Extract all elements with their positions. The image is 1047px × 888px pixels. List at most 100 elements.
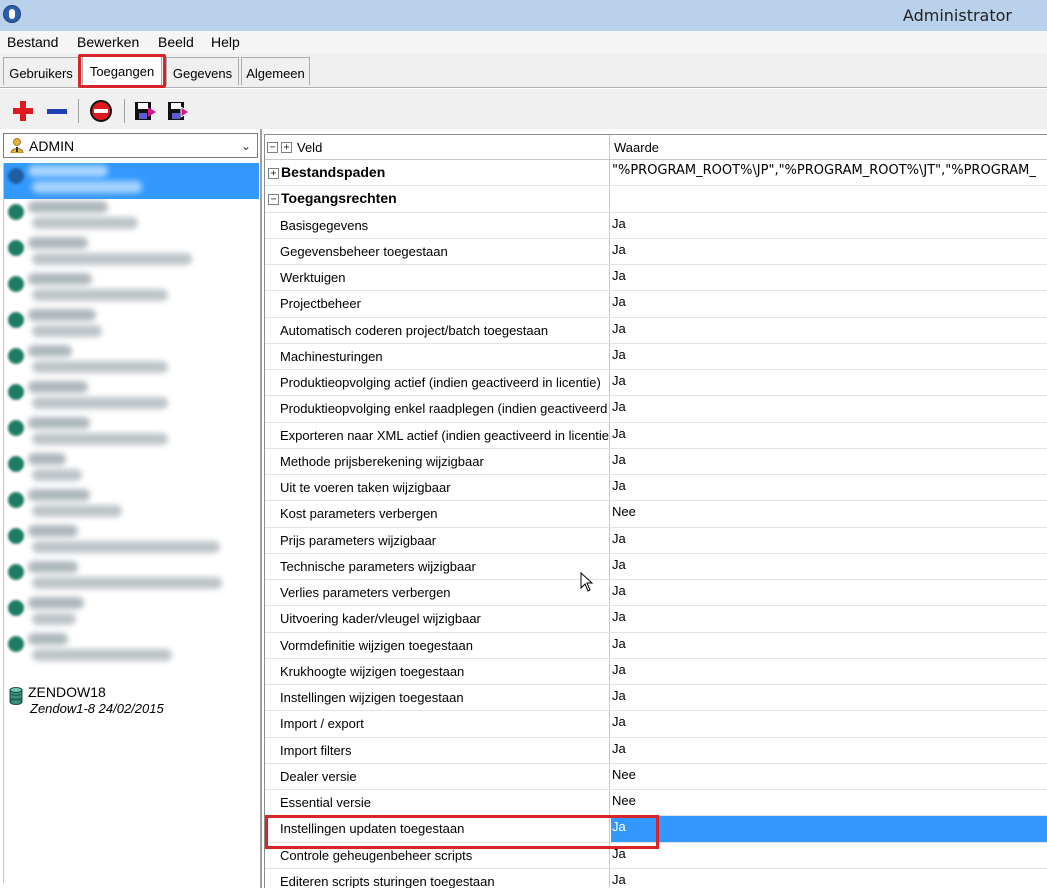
property-value-cell[interactable]: Ja bbox=[611, 580, 1047, 605]
property-value-cell[interactable]: Ja bbox=[611, 423, 1047, 448]
property-row[interactable]: Vormdefinitie wijzigen toegestaan Ja bbox=[265, 632, 1047, 659]
property-label-cell[interactable]: Werktuigen bbox=[265, 265, 610, 291]
property-value-cell[interactable]: Ja bbox=[611, 265, 1047, 290]
property-value-cell[interactable]: Ja bbox=[611, 843, 1047, 868]
property-label-cell[interactable]: Essential versie bbox=[265, 790, 610, 816]
property-label-cell[interactable]: Uitvoering kader/vleugel wijzigbaar bbox=[265, 606, 610, 632]
property-value-cell[interactable]: Ja bbox=[611, 685, 1047, 710]
property-row[interactable]: Instellingen wijzigen toegestaan Ja bbox=[265, 685, 1047, 712]
user-dropdown[interactable]: ADMIN ⌄ bbox=[3, 133, 258, 158]
menu-help[interactable]: Help bbox=[211, 34, 240, 50]
column-header-veld[interactable]: − + Veld bbox=[265, 135, 610, 160]
database-item-blurred[interactable] bbox=[4, 307, 259, 343]
group-row[interactable]: − Toegangsrechten bbox=[265, 186, 1047, 213]
property-row[interactable]: Editeren scripts sturingen toegestaan Ja bbox=[265, 868, 1047, 888]
database-item-blurred[interactable] bbox=[4, 415, 259, 451]
property-label-cell[interactable]: Projectbeheer bbox=[265, 291, 610, 317]
add-icon[interactable] bbox=[11, 99, 35, 123]
property-label-cell[interactable]: Gegevensbeheer toegestaan bbox=[265, 238, 610, 264]
group-value-cell[interactable] bbox=[611, 186, 1047, 211]
property-row[interactable]: Gegevensbeheer toegestaan Ja bbox=[265, 238, 1047, 265]
property-value-cell[interactable]: Ja bbox=[611, 396, 1047, 421]
property-value-cell[interactable]: Ja bbox=[611, 344, 1047, 369]
property-value-cell[interactable]: Ja bbox=[611, 449, 1047, 474]
property-row[interactable]: Basisgegevens Ja bbox=[265, 212, 1047, 239]
menu-bewerken[interactable]: Bewerken bbox=[77, 34, 139, 50]
property-row[interactable]: Verlies parameters verbergen Ja bbox=[265, 580, 1047, 607]
property-label-cell[interactable]: Prijs parameters wijzigbaar bbox=[265, 527, 610, 553]
property-row[interactable]: Technische parameters wijzigbaar Ja bbox=[265, 553, 1047, 580]
property-label-cell[interactable]: Krukhoogte wijzigen toegestaan bbox=[265, 658, 610, 684]
chevron-down-icon[interactable]: ⌄ bbox=[241, 139, 251, 153]
property-value-cell[interactable]: Ja bbox=[611, 659, 1047, 684]
property-row[interactable]: Machinesturingen Ja bbox=[265, 343, 1047, 370]
database-item-blurred[interactable] bbox=[4, 595, 259, 631]
property-row[interactable]: Prijs parameters wijzigbaar Ja bbox=[265, 527, 1047, 554]
database-item-blurred[interactable] bbox=[4, 559, 259, 595]
tab-algemeen[interactable]: Algemeen bbox=[241, 57, 310, 85]
property-value-cell[interactable]: Ja bbox=[611, 239, 1047, 264]
database-list[interactable]: ZENDOW18 Zendow1-8 24/02/2015 bbox=[3, 163, 259, 883]
property-label-cell[interactable]: Verlies parameters verbergen bbox=[265, 580, 610, 606]
property-value-cell[interactable]: Nee bbox=[611, 790, 1047, 815]
property-value-cell[interactable]: Ja bbox=[611, 213, 1047, 238]
column-header-waarde[interactable]: Waarde bbox=[611, 135, 1047, 160]
property-label-cell[interactable]: Machinesturingen bbox=[265, 343, 610, 369]
property-label-cell[interactable]: Kost parameters verbergen bbox=[265, 501, 610, 527]
property-label-cell[interactable]: Methode prijsberekening wijzigbaar bbox=[265, 448, 610, 474]
property-row[interactable]: Krukhoogte wijzigen toegestaan Ja bbox=[265, 658, 1047, 685]
property-label-cell[interactable]: Exporteren naar XML actief (indien geact… bbox=[265, 422, 610, 448]
property-label-cell[interactable]: Editeren scripts sturingen toegestaan bbox=[265, 868, 610, 888]
property-label-cell[interactable]: Produktieopvolging actief (indien geacti… bbox=[265, 370, 610, 396]
property-value-cell[interactable]: Ja bbox=[611, 711, 1047, 736]
expand-all-icon[interactable]: + bbox=[281, 142, 292, 153]
property-label-cell[interactable]: Vormdefinitie wijzigen toegestaan bbox=[265, 632, 610, 658]
property-value-cell[interactable]: Ja bbox=[611, 291, 1047, 316]
property-label-cell[interactable]: Technische parameters wijzigbaar bbox=[265, 553, 610, 579]
collapse-icon[interactable]: − bbox=[268, 194, 279, 206]
property-value-cell[interactable]: Ja bbox=[611, 816, 1047, 842]
database-item-blurred[interactable] bbox=[4, 523, 259, 559]
property-row[interactable]: Uit te voeren taken wijzigbaar Ja bbox=[265, 475, 1047, 502]
property-label-cell[interactable]: Uit te voeren taken wijzigbaar bbox=[265, 475, 610, 501]
delete-icon[interactable] bbox=[89, 99, 113, 123]
database-item-blurred[interactable] bbox=[4, 379, 259, 415]
property-row[interactable]: Exporteren naar XML actief (indien geact… bbox=[265, 422, 1047, 449]
property-label-cell[interactable]: Instellingen wijzigen toegestaan bbox=[265, 685, 610, 711]
property-value-cell[interactable]: Ja bbox=[611, 869, 1047, 888]
menu-beeld[interactable]: Beeld bbox=[158, 34, 194, 50]
property-label-cell[interactable]: Import filters bbox=[265, 737, 610, 763]
property-row[interactable]: Produktieopvolging actief (indien geacti… bbox=[265, 370, 1047, 397]
property-row[interactable]: Werktuigen Ja bbox=[265, 265, 1047, 292]
property-value-cell[interactable]: Ja bbox=[611, 554, 1047, 579]
property-row[interactable]: Kost parameters verbergen Nee bbox=[265, 501, 1047, 528]
property-value-cell[interactable]: Ja bbox=[611, 318, 1047, 343]
menu-bestand[interactable]: Bestand bbox=[7, 34, 58, 50]
database-item-blurred[interactable] bbox=[4, 271, 259, 307]
property-row[interactable]: Produktieopvolging enkel raadplegen (ind… bbox=[265, 396, 1047, 423]
property-row[interactable]: Projectbeheer Ja bbox=[265, 291, 1047, 318]
database-item-blurred[interactable] bbox=[4, 631, 259, 667]
property-value-cell[interactable]: Ja bbox=[611, 528, 1047, 553]
database-item-blurred[interactable] bbox=[4, 451, 259, 487]
save-as-icon[interactable] bbox=[166, 99, 190, 123]
expand-icon[interactable]: + bbox=[268, 168, 279, 179]
app-icon[interactable] bbox=[3, 5, 21, 23]
property-row[interactable]: Uitvoering kader/vleugel wijzigbaar Ja bbox=[265, 606, 1047, 633]
property-value-cell[interactable]: Ja bbox=[611, 370, 1047, 395]
property-row[interactable]: Essential versie Nee bbox=[265, 790, 1047, 817]
property-row[interactable]: Methode prijsberekening wijzigbaar Ja bbox=[265, 448, 1047, 475]
group-value-cell[interactable]: "%PROGRAM_ROOT%\JP","%PROGRAM_ROOT%\JT",… bbox=[611, 160, 1047, 185]
property-value-cell[interactable]: Ja bbox=[611, 633, 1047, 658]
group-cell[interactable]: − Toegangsrechten bbox=[265, 186, 610, 212]
property-label-cell[interactable]: Dealer versie bbox=[265, 763, 610, 789]
save-icon[interactable] bbox=[133, 99, 157, 123]
property-label-cell[interactable]: Import / export bbox=[265, 711, 610, 737]
tab-gegevens[interactable]: Gegevens bbox=[166, 57, 239, 85]
property-row[interactable]: Import filters Ja bbox=[265, 737, 1047, 764]
property-row[interactable]: Automatisch coderen project/batch toeges… bbox=[265, 317, 1047, 344]
group-cell[interactable]: + Bestandspaden bbox=[265, 160, 610, 186]
property-value-cell[interactable]: Nee bbox=[611, 764, 1047, 789]
database-item-zendow18[interactable]: ZENDOW18 Zendow1-8 24/02/2015 bbox=[4, 683, 259, 719]
property-row[interactable]: Dealer versie Nee bbox=[265, 763, 1047, 790]
